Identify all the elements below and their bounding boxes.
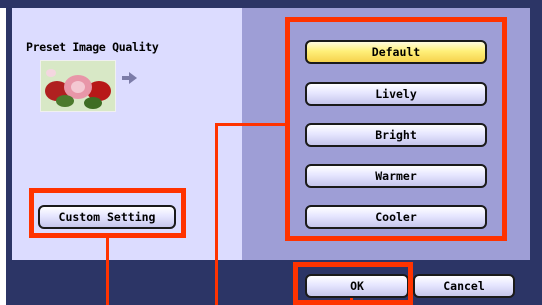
warmer-button[interactable]: Warmer: [305, 164, 487, 188]
callout-line-ok: [350, 298, 353, 305]
cooler-button[interactable]: Cooler: [305, 205, 487, 229]
page-title: Preset Image Quality: [26, 40, 159, 54]
top-frame: [0, 0, 542, 8]
callout-line-custom: [106, 238, 109, 305]
right-frame: [530, 0, 542, 305]
custom-setting-button[interactable]: Custom Setting: [38, 205, 176, 229]
preset-image-quality-screen: Preset Image Quality Default Lively Brig…: [0, 0, 542, 305]
callout-line-quality: [215, 123, 218, 305]
arrow-right-icon: [122, 70, 138, 89]
default-button[interactable]: Default: [305, 40, 487, 64]
ok-button[interactable]: OK: [305, 274, 409, 298]
lively-button[interactable]: Lively: [305, 82, 487, 106]
cancel-button[interactable]: Cancel: [413, 274, 515, 298]
bright-button[interactable]: Bright: [305, 123, 487, 147]
callout-line-horizontal: [215, 123, 285, 126]
preset-image-thumbnail: [40, 60, 116, 112]
